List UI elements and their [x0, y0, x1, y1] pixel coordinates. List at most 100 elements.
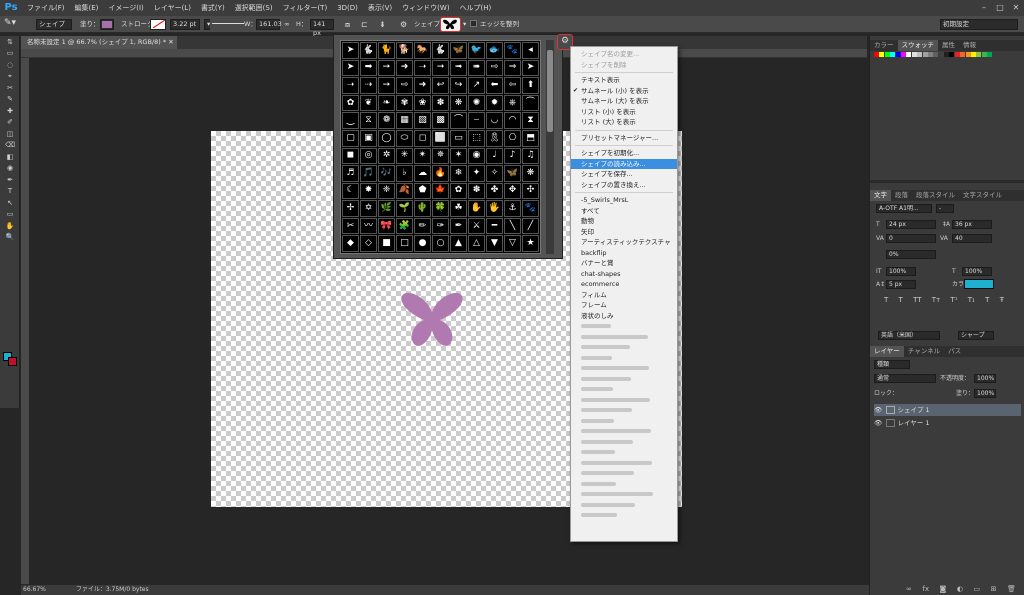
- shape-thumbnail[interactable]: 🧩: [396, 217, 413, 235]
- document-tab[interactable]: 名称未設定 1 @ 66.7% (シェイプ 1, RGB/8) * ✕: [21, 36, 177, 49]
- shape-thumbnail[interactable]: ●: [414, 235, 431, 252]
- shape-thumbnail[interactable]: ➟: [450, 59, 467, 77]
- menu-item[interactable]: 書式(Y): [196, 0, 230, 16]
- shape-thumbnail[interactable]: ✿: [450, 182, 467, 200]
- shape-thumbnail[interactable]: ⇦: [504, 77, 521, 94]
- shape-thumbnail[interactable]: ♭: [396, 165, 413, 182]
- menu-item[interactable]: レイヤー(L): [149, 0, 196, 16]
- shape-picker-button[interactable]: [440, 17, 461, 32]
- menu-item[interactable]: ✔ サムネール (小) を表示: [571, 86, 677, 97]
- blend-mode-select[interactable]: 通常: [874, 374, 936, 383]
- menu-item[interactable]: 表示(V): [363, 0, 397, 16]
- menu-item[interactable]: backflip: [571, 248, 677, 259]
- menu-item[interactable]: 液状のしみ: [571, 311, 677, 322]
- menu-item[interactable]: サムネール (大) を表示: [571, 96, 677, 107]
- panel-tab[interactable]: 文字スタイル: [959, 190, 1006, 201]
- font-size-input[interactable]: 24 px: [886, 220, 936, 229]
- menu-item[interactable]: [571, 500, 677, 511]
- menu-item[interactable]: ファイル(F): [22, 0, 70, 16]
- menu-item[interactable]: アーティスティックテクスチャ: [571, 237, 677, 248]
- shape-thumbnail[interactable]: ❧: [378, 94, 395, 112]
- shape-thumbnail[interactable]: ☾: [342, 182, 359, 200]
- shape-thumbnail[interactable]: ✡: [360, 200, 377, 217]
- panel-tab[interactable]: 情報: [959, 40, 980, 51]
- shape-thumbnail[interactable]: ✥: [504, 182, 521, 200]
- shape-thumbnail[interactable]: ➙: [378, 77, 395, 94]
- path-operations-icon[interactable]: ⧈: [345, 19, 350, 30]
- shape-picker-scrollbar[interactable]: [546, 40, 554, 254]
- shape-thumbnail[interactable]: ✶: [450, 147, 467, 165]
- swatch[interactable]: [917, 52, 923, 57]
- menu-item[interactable]: [571, 342, 677, 353]
- butterfly-shape[interactable]: [400, 290, 464, 348]
- shape-thumbnail[interactable]: 🐾: [522, 200, 539, 217]
- menu-item[interactable]: [571, 458, 677, 469]
- shape-thumbnail[interactable]: ✲: [378, 147, 395, 165]
- tool-icon[interactable]: 🔍: [0, 232, 20, 244]
- shape-thumbnail[interactable]: ✾: [396, 94, 413, 112]
- menu-item[interactable]: [571, 416, 677, 427]
- tool-icon[interactable]: ⇅: [0, 36, 20, 48]
- swatch[interactable]: [944, 52, 950, 57]
- shape-thumbnail[interactable]: ╱: [522, 217, 539, 235]
- zoom-level[interactable]: 66.67%: [21, 586, 46, 593]
- antialias-select[interactable]: シャープ: [958, 331, 994, 340]
- menu-item[interactable]: [571, 437, 677, 448]
- shape-thumbnail[interactable]: ✸: [360, 182, 377, 200]
- menu-item[interactable]: ecommerce: [571, 279, 677, 290]
- swatch[interactable]: [874, 52, 879, 57]
- menu-item[interactable]: シェイプの置き換え...: [571, 180, 677, 191]
- shape-thumbnail[interactable]: ➤: [342, 42, 359, 59]
- menu-item[interactable]: [571, 332, 677, 343]
- folder-icon[interactable]: ▭: [973, 585, 980, 593]
- panel-tab[interactable]: レイヤー: [870, 346, 904, 357]
- tool-icon[interactable]: T: [0, 186, 20, 198]
- shape-thumbnail[interactable]: ◯: [378, 129, 395, 147]
- swatch[interactable]: [971, 52, 977, 57]
- align-edges-checkbox[interactable]: [470, 20, 477, 27]
- shape-thumbnail[interactable]: ◉: [468, 147, 485, 165]
- shape-thumbnail[interactable]: 🌿: [378, 200, 395, 217]
- shape-thumbnail[interactable]: 🐦: [468, 42, 485, 59]
- tool-mode-select[interactable]: シェイプ: [36, 19, 72, 30]
- tsume-input[interactable]: 0%: [886, 250, 936, 259]
- panel-tab[interactable]: カラー: [870, 40, 898, 51]
- menu-item[interactable]: [571, 479, 677, 490]
- menu-item[interactable]: フレーム: [571, 300, 677, 311]
- menu-item[interactable]: [571, 489, 677, 500]
- shape-thumbnail[interactable]: ➝: [342, 77, 359, 94]
- shape-thumbnail[interactable]: ✋: [468, 200, 485, 217]
- shape-thumbnail[interactable]: ✢: [342, 200, 359, 217]
- shape-thumbnail[interactable]: ☘: [450, 200, 467, 217]
- shape-thumbnail[interactable]: ▲: [450, 235, 467, 252]
- tool-icon[interactable]: ⌫: [0, 140, 20, 152]
- shape-thumbnail[interactable]: △: [468, 235, 485, 252]
- swatch[interactable]: [911, 52, 917, 57]
- swatch[interactable]: [922, 52, 928, 57]
- stroke-width-input[interactable]: 3.22 pt: [170, 19, 200, 30]
- visibility-eye-icon[interactable]: 👁: [874, 406, 882, 414]
- stroke-swatch[interactable]: [150, 19, 166, 30]
- shape-thumbnail[interactable]: ⬭: [396, 129, 413, 147]
- gear-icon[interactable]: ⚙: [400, 19, 407, 30]
- leading-input[interactable]: 36 px: [952, 220, 992, 229]
- height-input[interactable]: 141 px: [310, 19, 334, 37]
- menu-item[interactable]: [571, 363, 677, 374]
- tool-icon[interactable]: ✐: [0, 117, 20, 129]
- menu-item[interactable]: 選択範囲(S): [230, 0, 278, 16]
- small-caps-icon[interactable]: Tт: [932, 296, 940, 304]
- close-tab-icon[interactable]: ✕: [168, 38, 173, 46]
- layer-row-raster[interactable]: 👁 レイヤー 1: [874, 417, 1021, 429]
- shape-thumbnail[interactable]: 🍁: [432, 182, 449, 200]
- text-color-swatch[interactable]: [964, 279, 994, 289]
- swatch[interactable]: [938, 52, 944, 57]
- tool-icon[interactable]: ✎: [0, 94, 20, 106]
- background-color-swatch[interactable]: [8, 357, 17, 366]
- menu-item[interactable]: フィルター(T): [278, 0, 333, 16]
- baseline-input[interactable]: 5 px: [886, 280, 916, 289]
- shape-thumbnail[interactable]: ✏: [414, 217, 431, 235]
- shape-thumbnail[interactable]: ⚔: [468, 217, 485, 235]
- path-arrangement-icon[interactable]: ⇟: [379, 19, 386, 30]
- swatch[interactable]: [965, 52, 971, 57]
- panel-tab[interactable]: チャンネル: [904, 346, 944, 357]
